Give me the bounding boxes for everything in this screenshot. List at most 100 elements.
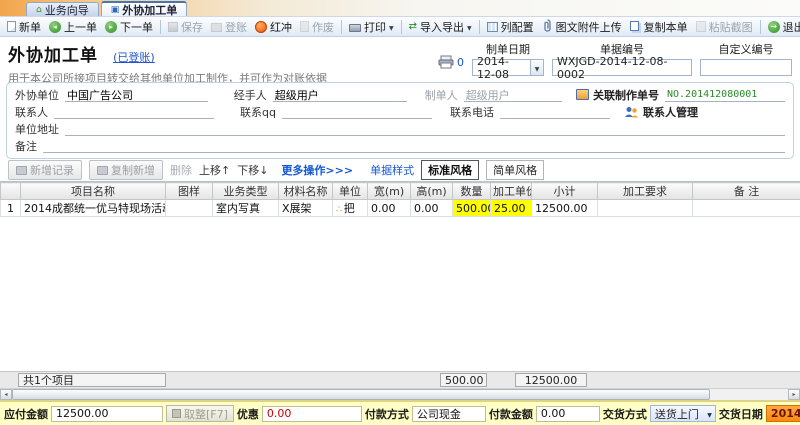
- scrollbar-thumb[interactable]: [12, 389, 710, 400]
- cell-project[interactable]: 2014成都统一优马特现场活动: [21, 200, 166, 217]
- column-header-unit[interactable]: 单位: [333, 183, 368, 200]
- scroll-left-arrow[interactable]: [0, 389, 12, 400]
- copy-order-icon: [630, 21, 639, 31]
- horizontal-scrollbar[interactable]: [0, 388, 800, 400]
- exit-label: 退出: [783, 19, 800, 35]
- home-icon: ⌂: [36, 5, 42, 15]
- red-flush-button[interactable]: 红冲: [251, 18, 296, 36]
- toolbar-separator: [479, 20, 480, 34]
- paid-input[interactable]: 0.00: [536, 406, 600, 422]
- column-header-qty[interactable]: 数量: [453, 183, 491, 200]
- style-simple-button[interactable]: 简单风格: [486, 160, 544, 180]
- document-header: 外协加工单 (已登账) 用于本公司所接项目转交给其他单位加工制作，并可作为对账依…: [0, 37, 800, 82]
- new-order-icon: [7, 21, 16, 32]
- column-header-subtotal[interactable]: 小计: [532, 183, 598, 200]
- cell-no[interactable]: 1: [1, 200, 21, 217]
- order-info-panel: 外协单位 中国广告公司 经手人 超级用户 制单人 超级用户 关联制作单号 NO.…: [6, 82, 794, 159]
- delivery-method-label: 交货方式: [603, 406, 647, 422]
- column-header-no[interactable]: [1, 183, 21, 200]
- cell-material[interactable]: X展架: [279, 200, 333, 217]
- delete-row-button[interactable]: 删除: [170, 162, 192, 178]
- round-button[interactable]: 取整[F7]: [166, 405, 234, 422]
- attachment-upload-label: 图文附件上传: [556, 19, 622, 35]
- more-operations-link[interactable]: 更多操作>>>: [281, 162, 353, 178]
- discount-input[interactable]: 0.00: [262, 406, 362, 422]
- add-record-button[interactable]: 新增记录: [8, 160, 82, 180]
- cell-unit[interactable]: ∴把: [333, 200, 368, 217]
- tab-business-wizard[interactable]: ⌂ 业务向导: [26, 2, 99, 16]
- remark-label: 备注: [15, 138, 37, 154]
- cell-width[interactable]: 0.00: [368, 200, 411, 217]
- cell-note[interactable]: [693, 200, 800, 217]
- tab-outsourcing-order[interactable]: ▣ 外协加工单: [101, 1, 188, 16]
- print-icon: [349, 24, 361, 32]
- custom-number-input[interactable]: [700, 59, 792, 76]
- cell-requirement[interactable]: [598, 200, 693, 217]
- column-header-width[interactable]: 宽(m): [368, 183, 411, 200]
- attachment-upload-button[interactable]: 图文附件上传: [538, 18, 626, 36]
- payable-input[interactable]: 12500.00: [51, 406, 163, 422]
- items-grid: 项目名称图样业务类型材料名称单位宽(m)高(m)数量加工单价小计加工要求备 注 1…: [0, 181, 800, 400]
- style-standard-button[interactable]: 标准风格: [421, 160, 479, 180]
- doc-number-input[interactable]: WXJGD-2014-12-08-0002: [552, 59, 692, 76]
- move-up-button[interactable]: 上移↑: [199, 162, 230, 178]
- column-header-biz_type[interactable]: 业务类型: [213, 183, 279, 200]
- handler-input[interactable]: 超级用户: [273, 87, 407, 102]
- contact-mgmt-link[interactable]: 联系人管理: [643, 104, 698, 120]
- order-date-input[interactable]: 2014-12-08: [472, 59, 530, 76]
- delivery-date-select[interactable]: 2014-12-14: [766, 405, 800, 422]
- new-order-button[interactable]: 新单: [3, 18, 45, 36]
- phone-label: 联系电话: [450, 104, 494, 120]
- remark-input[interactable]: [43, 138, 785, 153]
- column-header-requirement[interactable]: 加工要求: [598, 183, 693, 200]
- copy-add-button[interactable]: 复制新增: [89, 160, 163, 180]
- order-date-dropdown-button[interactable]: [530, 59, 544, 76]
- column-header-height[interactable]: 高(m): [411, 183, 453, 200]
- red-flush-icon: [255, 21, 267, 33]
- cell-qty[interactable]: 500.00: [453, 200, 491, 217]
- column-header-price[interactable]: 加工单价: [491, 183, 532, 200]
- round-icon: [172, 409, 181, 418]
- cell-biz_type[interactable]: 室内写真: [213, 200, 279, 217]
- dropdown-arrow-icon: [389, 20, 394, 33]
- cell-subtotal[interactable]: 12500.00: [532, 200, 598, 217]
- phone-input[interactable]: [500, 104, 610, 119]
- add-record-icon: [16, 166, 27, 175]
- linked-order-number-link[interactable]: NO.201412080001: [665, 87, 785, 102]
- next-order-button[interactable]: 下一单: [101, 18, 157, 36]
- address-label: 单位地址: [15, 121, 59, 137]
- posted-status-link[interactable]: (已登账): [113, 51, 155, 64]
- address-input[interactable]: [65, 121, 785, 136]
- copy-order-button[interactable]: 复制本单: [626, 18, 692, 36]
- vendor-label: 外协单位: [15, 87, 59, 103]
- cell-height[interactable]: 0.00: [411, 200, 453, 217]
- cell-price[interactable]: 25.00: [491, 200, 532, 217]
- scroll-right-arrow[interactable]: [788, 389, 800, 400]
- printer-icon: [438, 55, 454, 69]
- column-config-button[interactable]: 列配置: [483, 18, 538, 36]
- linked-order-icon: [576, 89, 589, 100]
- maker-value: 超级用户: [464, 87, 562, 102]
- contact-label: 联系人: [15, 104, 48, 120]
- column-header-note[interactable]: 备 注: [693, 183, 800, 200]
- vendor-input[interactable]: 中国广告公司: [65, 87, 208, 102]
- toolbar-separator: [341, 20, 342, 34]
- pay-method-input[interactable]: 公司现金: [412, 406, 486, 422]
- exit-button[interactable]: 退出: [764, 18, 800, 36]
- next-order-icon: [105, 21, 117, 33]
- dropdown-arrow-icon: [467, 20, 472, 33]
- print-button[interactable]: 打印: [345, 18, 398, 36]
- grid-toolbar: 新增记录 复制新增 删除 上移↑ 下移↓ 更多操作>>> 单据样式 标准风格 简…: [0, 159, 800, 181]
- prev-order-button[interactable]: 上一单: [45, 18, 101, 36]
- unit-picker-icon[interactable]: ∴: [336, 205, 342, 215]
- move-down-button[interactable]: 下移↓: [237, 162, 268, 178]
- handler-label: 经手人: [234, 87, 267, 103]
- cell-sample[interactable]: [166, 200, 213, 217]
- delivery-method-select[interactable]: 送货上门: [650, 405, 716, 422]
- column-header-material[interactable]: 材料名称: [279, 183, 333, 200]
- qq-input[interactable]: [282, 104, 432, 119]
- column-header-project[interactable]: 项目名称: [21, 183, 166, 200]
- contact-input[interactable]: [54, 104, 214, 119]
- column-header-sample[interactable]: 图样: [166, 183, 213, 200]
- import-export-button[interactable]: 导入导出: [405, 18, 476, 36]
